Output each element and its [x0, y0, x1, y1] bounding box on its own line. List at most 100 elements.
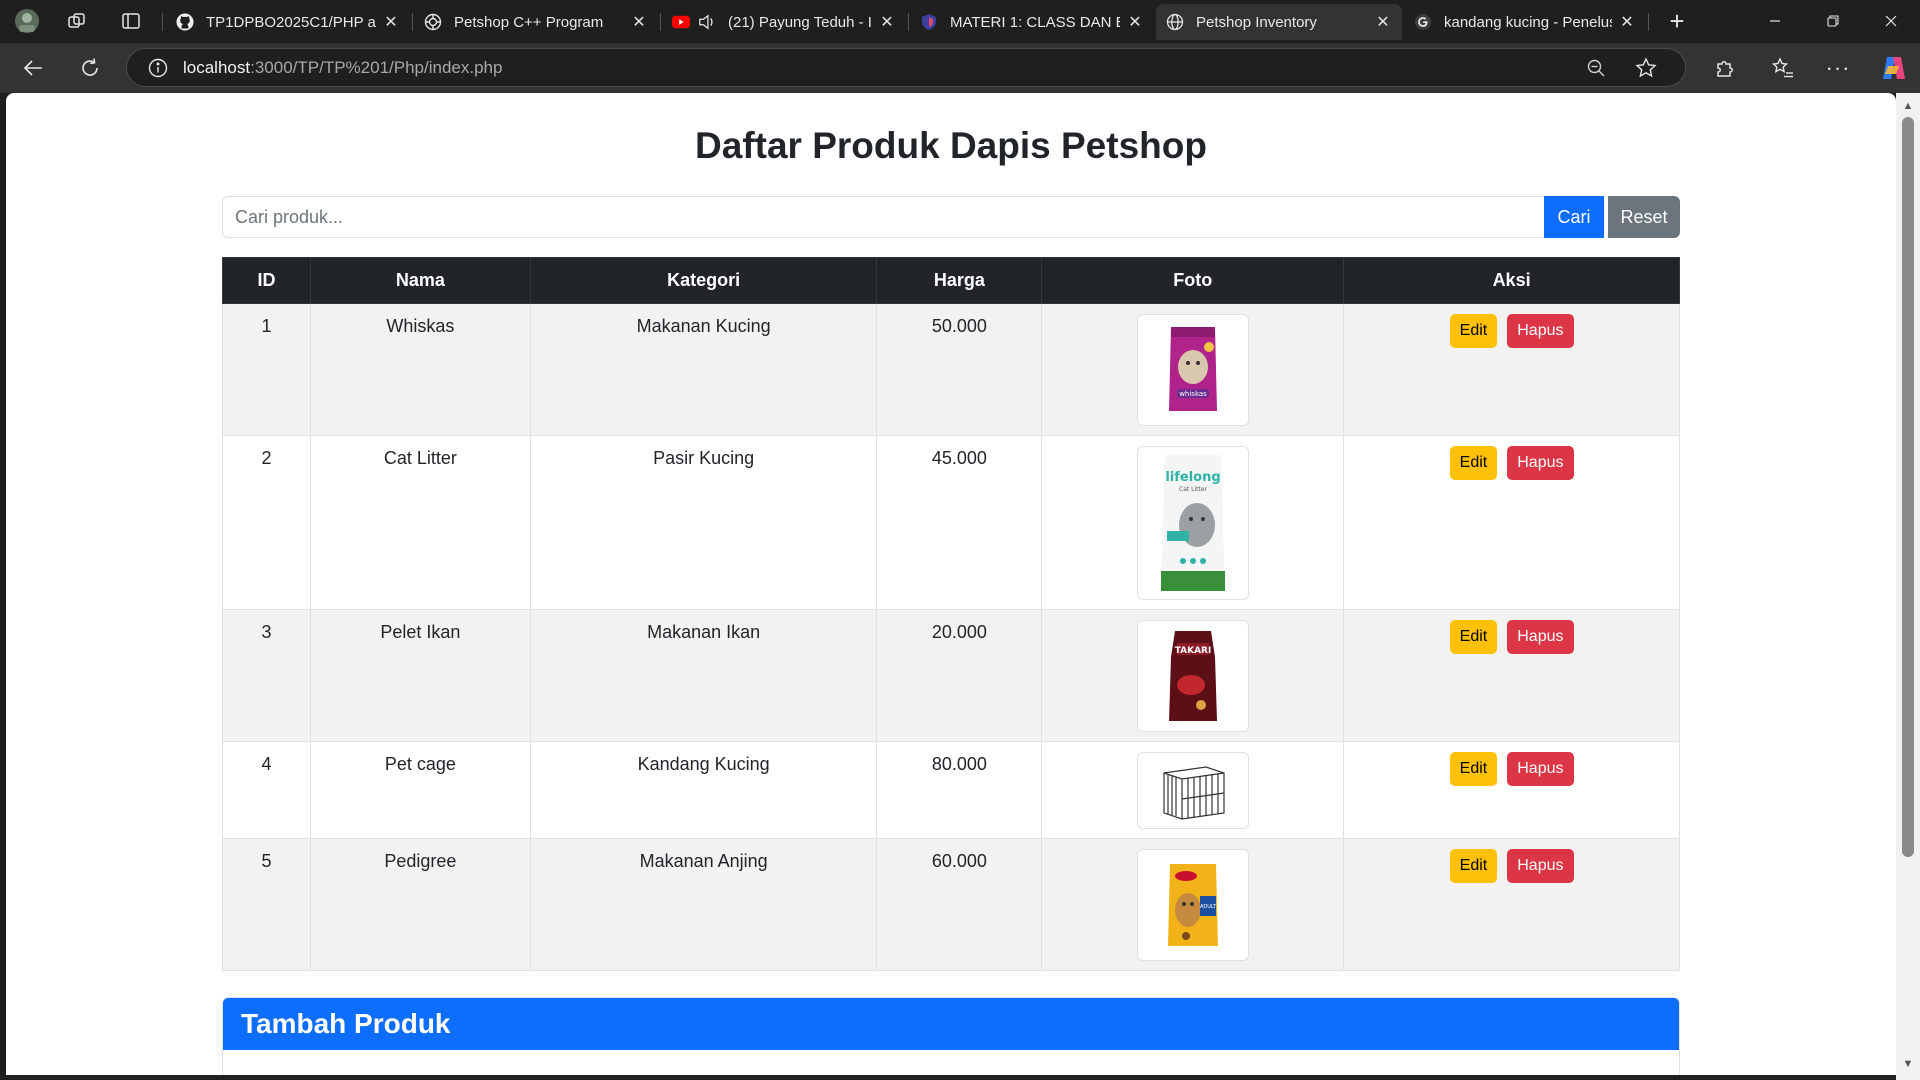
cell-aksi: Edit Hapus	[1343, 741, 1680, 839]
cell-kategori: Kandang Kucing	[529, 741, 878, 839]
search-input[interactable]	[222, 196, 1544, 238]
page-title: Daftar Produk Dapis Petshop	[695, 125, 1207, 166]
pet-cage-image	[1136, 752, 1249, 829]
edit-button[interactable]: Edit	[1449, 620, 1498, 654]
products-table: ID Nama Kategori Harga Foto Aksi 1 Whisk…	[222, 257, 1680, 971]
cell-aksi: Edit Hapus	[1343, 435, 1680, 610]
close-tab-icon[interactable]: ✕	[382, 12, 400, 32]
hapus-button[interactable]: Hapus	[1507, 446, 1574, 480]
tab-google-search[interactable]: kandang kucing - Penelus ✕	[1404, 4, 1646, 40]
url-path: :3000/TP/TP%201/Php/index.php	[250, 57, 503, 77]
cell-kategori: Makanan Kucing	[529, 303, 878, 436]
cell-id: 4	[222, 741, 311, 839]
scroll-down-icon[interactable]: ▼	[1901, 1057, 1915, 1071]
table-row: 5 Pedigree Makanan Anjing 60.000 ADULT E…	[222, 838, 1680, 971]
back-arrow-icon[interactable]	[18, 53, 48, 83]
close-tab-icon[interactable]: ✕	[1126, 12, 1144, 32]
cell-nama: Pedigree	[309, 838, 531, 971]
address-bar[interactable]: localhost:3000/TP/TP%201/Php/index.php	[126, 48, 1686, 87]
column-header-harga: Harga	[876, 257, 1043, 304]
svg-text:lifelong: lifelong	[1165, 470, 1220, 485]
more-options-icon[interactable]: ···	[1823, 53, 1853, 83]
cell-kategori: Pasir Kucing	[529, 435, 878, 610]
vertical-tabs-icon[interactable]	[118, 8, 144, 34]
edit-button[interactable]: Edit	[1449, 849, 1498, 883]
close-window-icon[interactable]	[1868, 8, 1914, 34]
reset-button[interactable]: Reset	[1608, 196, 1680, 238]
google-icon	[1414, 13, 1432, 31]
favorites-list-icon[interactable]	[1768, 53, 1798, 83]
cell-foto: whiskas	[1041, 303, 1345, 436]
tab-title: kandang kucing - Penelus	[1444, 13, 1612, 31]
youtube-icon	[672, 13, 690, 31]
hapus-button[interactable]: Hapus	[1507, 849, 1574, 883]
extensions-icon[interactable]	[1710, 53, 1740, 83]
edit-button[interactable]: Edit	[1449, 314, 1498, 348]
search-form: Cari Reset	[222, 196, 1680, 238]
hapus-button[interactable]: Hapus	[1507, 314, 1574, 348]
column-header-id: ID	[222, 257, 311, 304]
cell-kategori: Makanan Anjing	[529, 838, 878, 971]
edit-button[interactable]: Edit	[1449, 446, 1498, 480]
cell-nama: Whiskas	[309, 303, 531, 436]
cell-foto: lifelong Cat Litter	[1041, 435, 1345, 610]
cell-aksi: Edit Hapus	[1343, 609, 1680, 742]
cell-id: 1	[222, 303, 311, 436]
cell-nama: Pelet Ikan	[309, 609, 531, 742]
speaker-icon[interactable]	[698, 13, 716, 31]
tab-petshop-inventory[interactable]: Petshop Inventory ✕	[1156, 4, 1402, 40]
tab-petshop-cpp[interactable]: Petshop C++ Program ✕	[414, 4, 658, 40]
site-info-icon[interactable]	[147, 57, 169, 79]
lifelong-cat-litter-image: lifelong Cat Litter	[1136, 446, 1249, 600]
tab-materi[interactable]: MATERI 1: CLASS DAN EN ✕	[910, 4, 1154, 40]
tab-youtube[interactable]: (21) Payung Teduh - I ✕	[662, 4, 906, 40]
svg-text:Cat Litter: Cat Litter	[1179, 486, 1208, 493]
svg-text:TAKARI: TAKARI	[1174, 646, 1211, 656]
edit-button[interactable]: Edit	[1449, 752, 1498, 786]
cell-id: 5	[222, 838, 311, 971]
restore-icon[interactable]	[1810, 8, 1856, 34]
tab-title: MATERI 1: CLASS DAN EN	[950, 13, 1120, 31]
cell-kategori: Makanan Ikan	[529, 609, 878, 742]
favorite-star-icon[interactable]	[1635, 57, 1657, 79]
zoom-out-icon[interactable]	[1585, 57, 1607, 79]
close-tab-icon[interactable]: ✕	[1618, 12, 1636, 32]
shield-icon	[920, 13, 938, 31]
tab-github[interactable]: TP1DPBO2025C1/PHP at r ✕	[166, 4, 410, 40]
hapus-button[interactable]: Hapus	[1507, 620, 1574, 654]
cell-aksi: Edit Hapus	[1343, 303, 1680, 436]
refresh-icon[interactable]	[75, 53, 105, 83]
cell-harga: 80.000	[876, 741, 1043, 839]
copilot-icon[interactable]	[1878, 53, 1908, 83]
close-tab-icon[interactable]: ✕	[878, 12, 896, 32]
cari-button[interactable]: Cari	[1544, 196, 1604, 238]
workspaces-icon[interactable]	[64, 8, 90, 34]
scrollbar-thumb[interactable]	[1902, 117, 1914, 857]
tab-title: TP1DPBO2025C1/PHP at r	[206, 13, 376, 31]
minimize-icon[interactable]	[1752, 8, 1798, 34]
close-tab-icon[interactable]: ✕	[630, 12, 648, 32]
table-row: 4 Pet cage Kandang Kucing 80.000 Edit Ha…	[222, 741, 1680, 839]
page-scrollbar[interactable]: ▲ ▼	[1896, 93, 1920, 1080]
browser-toolbar: localhost:3000/TP/TP%201/Php/index.php ·…	[0, 43, 1920, 93]
column-header-aksi: Aksi	[1343, 257, 1680, 304]
cell-nama: Pet cage	[309, 741, 531, 839]
browser-tab-bar: TP1DPBO2025C1/PHP at r ✕ Petshop C++ Pro…	[0, 0, 1920, 43]
scroll-up-icon[interactable]: ▲	[1901, 99, 1915, 113]
whiskas-bag-image: whiskas	[1136, 314, 1249, 426]
cell-foto: ADULT	[1041, 838, 1345, 971]
tambah-produk-card: Tambah Produk	[222, 997, 1680, 1075]
table-row: 3 Pelet Ikan Makanan Ikan 20.000 TAKARI …	[222, 609, 1680, 742]
globe-icon	[1166, 13, 1184, 31]
url-text: localhost:3000/TP/TP%201/Php/index.php	[183, 58, 502, 78]
profile-avatar-icon[interactable]	[14, 8, 40, 34]
pedigree-bag-image: ADULT	[1136, 849, 1249, 961]
cell-foto	[1041, 741, 1345, 839]
hapus-button[interactable]: Hapus	[1507, 752, 1574, 786]
cell-id: 2	[222, 435, 311, 610]
svg-text:whiskas: whiskas	[1179, 390, 1207, 398]
cell-foto: TAKARI	[1041, 609, 1345, 742]
close-tab-icon[interactable]: ✕	[1374, 12, 1392, 32]
tab-title: Petshop Inventory	[1196, 13, 1317, 31]
new-tab-icon[interactable]: +	[1664, 6, 1690, 36]
